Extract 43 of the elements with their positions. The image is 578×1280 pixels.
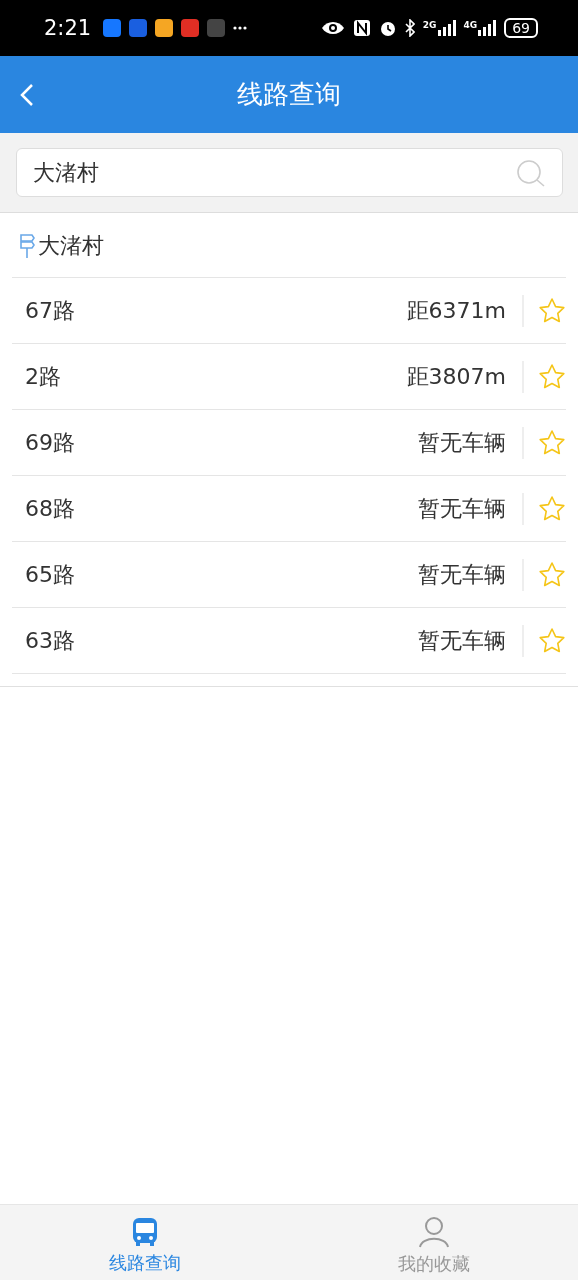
route-status: 暂无车辆 xyxy=(418,492,524,525)
search-field[interactable]: 大渚村 xyxy=(16,148,563,197)
app-notification-icon xyxy=(155,19,174,37)
network-type-label: 4G xyxy=(463,20,478,30)
route-status: 暂无车辆 xyxy=(418,624,524,657)
route-status: 暂无车辆 xyxy=(418,426,524,459)
status-time: 2:21 xyxy=(44,16,92,40)
signal-icon xyxy=(437,20,456,36)
route-status: 暂无车辆 xyxy=(418,558,524,591)
route-status: 距3807m xyxy=(406,360,524,393)
favorite-star-button[interactable] xyxy=(538,362,566,391)
route-name: 65路 xyxy=(25,560,76,589)
network-type-label: 2G xyxy=(422,20,437,30)
search-icon[interactable] xyxy=(516,158,546,187)
route-name: 67路 xyxy=(25,296,76,325)
route-name: 68路 xyxy=(25,494,76,523)
nav-tab[interactable]: 我的收藏 xyxy=(289,1205,578,1280)
favorite-star-button[interactable] xyxy=(538,626,566,655)
favorite-star-button[interactable] xyxy=(538,296,566,325)
bluetooth-icon xyxy=(404,19,415,37)
eye-icon xyxy=(320,20,345,36)
favorite-star-button[interactable] xyxy=(538,494,566,523)
more-icon xyxy=(233,26,248,30)
battery-level: 69 xyxy=(504,18,538,38)
app-notification-icon xyxy=(129,19,148,37)
app-notification-icon xyxy=(103,19,122,37)
favorite-star-button[interactable] xyxy=(538,428,566,457)
route-name: 2路 xyxy=(25,362,62,391)
person-icon xyxy=(417,1215,450,1248)
bus-icon xyxy=(131,1216,158,1247)
stop-name: 大渚村 xyxy=(38,232,104,260)
favorite-star-button[interactable] xyxy=(538,560,566,589)
back-icon[interactable] xyxy=(20,82,34,107)
route-name: 63路 xyxy=(25,626,76,655)
signpost-icon xyxy=(18,233,36,259)
page-title: 线路查询 xyxy=(236,78,342,111)
nfc-icon xyxy=(352,19,371,37)
nav-tab[interactable]: 线路查询 xyxy=(0,1205,289,1280)
app-notification-icon xyxy=(207,19,226,37)
signal-icon xyxy=(478,20,497,36)
route-name: 69路 xyxy=(25,428,76,457)
app-notification-icon xyxy=(181,19,200,37)
route-status: 距6371m xyxy=(406,294,524,327)
